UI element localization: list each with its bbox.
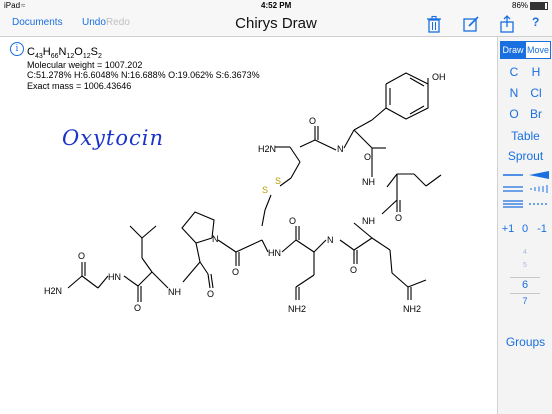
svg-text:NH: NH <box>362 216 375 226</box>
atom-n-button[interactable]: N <box>504 86 524 100</box>
svg-text:HN: HN <box>268 248 281 258</box>
wedge-bond-icon <box>529 171 549 179</box>
svg-text:O: O <box>309 116 316 126</box>
svg-text:O: O <box>134 303 141 313</box>
charge-zero-button[interactable]: 0 <box>517 223 533 235</box>
hash-bond-icon <box>530 185 548 193</box>
charge-minus-button[interactable]: -1 <box>533 223 551 235</box>
svg-text:O: O <box>78 251 85 261</box>
svg-text:NH2: NH2 <box>288 304 306 314</box>
svg-text:H2N: H2N <box>44 286 62 296</box>
svg-text:S: S <box>275 176 281 186</box>
svg-text:O: O <box>232 267 239 277</box>
svg-text:H2N: H2N <box>258 144 276 154</box>
atom-c-button[interactable]: C <box>504 65 524 79</box>
periodic-table-button[interactable]: Table <box>498 129 552 143</box>
svg-text:OH: OH <box>432 72 446 82</box>
tool-palette: Draw Move C H N Cl O Br Table Sprout +1 … <box>497 37 552 414</box>
share-icon[interactable] <box>497 14 517 34</box>
svg-text:O: O <box>364 152 371 162</box>
svg-text:HN: HN <box>108 272 121 282</box>
charge-plus-button[interactable]: +1 <box>500 223 516 235</box>
molecule-structure[interactable]: OH H2N O N O NH O NH S S N O O HN O N O … <box>0 0 497 414</box>
svg-text:S: S <box>262 185 268 195</box>
atom-cl-button[interactable]: Cl <box>526 86 546 100</box>
svg-text:NH2: NH2 <box>403 304 421 314</box>
svg-text:O: O <box>207 289 214 299</box>
battery-icon <box>530 2 548 10</box>
battery-percent: 86% <box>512 1 529 10</box>
ring-size-7[interactable]: 7 <box>515 296 535 306</box>
bond-type-tools[interactable] <box>501 170 551 216</box>
atom-o-button[interactable]: O <box>504 107 524 121</box>
ring-size-4[interactable]: 4 <box>515 249 535 256</box>
atom-h-button[interactable]: H <box>526 65 546 79</box>
mode-move-button[interactable]: Move <box>525 41 551 59</box>
picker-divider-bottom <box>510 293 540 294</box>
svg-text:O: O <box>289 216 296 226</box>
ring-size-5[interactable]: 5 <box>515 262 535 269</box>
atom-br-button[interactable]: Br <box>526 107 546 121</box>
svg-text:N: N <box>212 234 219 244</box>
svg-text:NH: NH <box>168 287 181 297</box>
mode-draw-button[interactable]: Draw <box>500 41 526 59</box>
bond-lines <box>67 72 442 302</box>
sprout-button[interactable]: Sprout <box>498 149 552 163</box>
svg-text:N: N <box>337 144 344 154</box>
svg-text:NH: NH <box>362 177 375 187</box>
svg-text:O: O <box>395 213 402 223</box>
svg-text:N: N <box>327 235 334 245</box>
ring-size-6[interactable]: 6 <box>515 279 535 291</box>
svg-text:O: O <box>350 265 357 275</box>
picker-divider-top <box>510 277 540 278</box>
help-button[interactable]: ? <box>532 15 539 29</box>
groups-button[interactable]: Groups <box>498 335 552 349</box>
